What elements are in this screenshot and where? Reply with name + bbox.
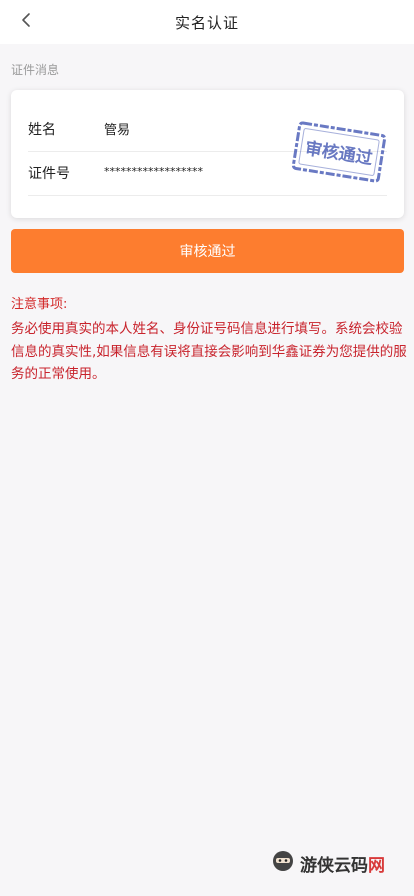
top-nav-bar: 实名认证 bbox=[0, 0, 414, 44]
stamp-text: 审核通过 bbox=[304, 138, 374, 169]
notice-body: 务必使用真实的本人姓名、身份证号码信息进行填写。系统会校验信息的真实性,如果信息… bbox=[11, 321, 407, 382]
watermark: 游侠云码网 bbox=[272, 850, 385, 876]
ninja-logo-icon bbox=[272, 850, 294, 876]
notice-title: 注意事项: bbox=[11, 297, 68, 312]
name-label: 姓名 bbox=[28, 122, 56, 138]
name-value: 管易 bbox=[104, 123, 131, 138]
id-info-card: 姓名 管易 证件号 ****************** 审核通过 bbox=[11, 90, 404, 218]
watermark-text: 游侠云码网 bbox=[300, 855, 385, 876]
page-title: 实名认证 bbox=[174, 14, 239, 32]
section-label: 证件消息 bbox=[11, 63, 60, 77]
id-number-value: ****************** bbox=[104, 165, 203, 178]
approved-button[interactable]: 审核通过 bbox=[11, 229, 404, 273]
id-number-label: 证件号 bbox=[28, 166, 70, 182]
